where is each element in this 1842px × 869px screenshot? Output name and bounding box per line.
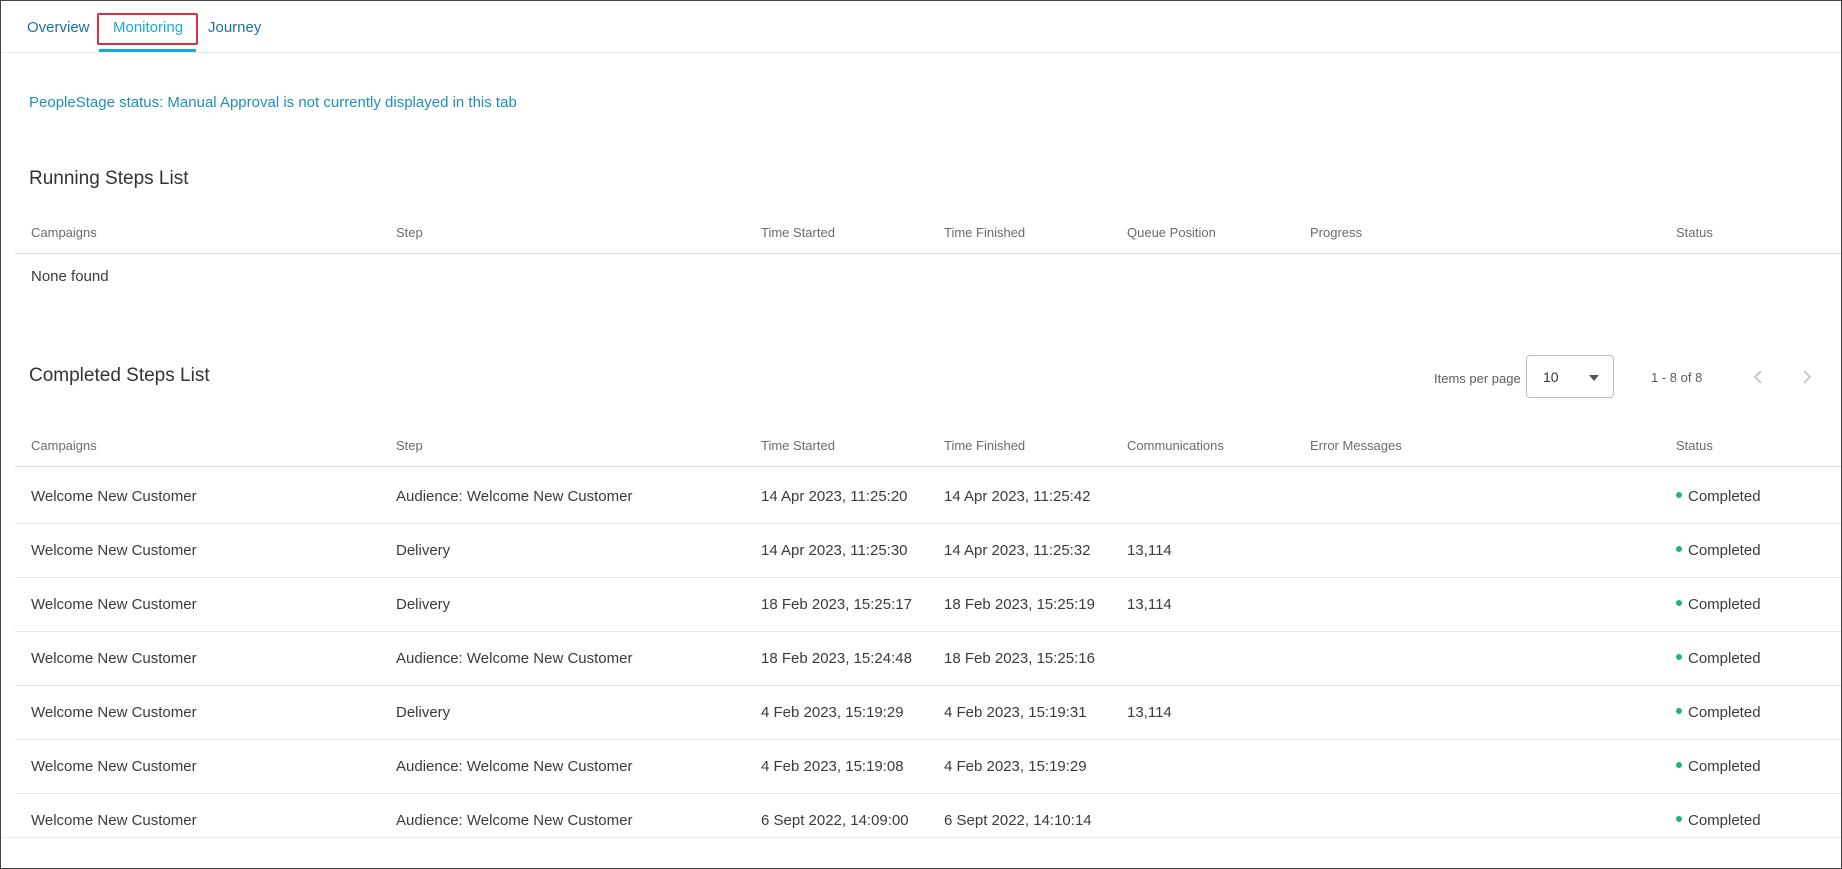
- col-campaigns[interactable]: Campaigns: [31, 438, 97, 453]
- col-queue-position[interactable]: Queue Position: [1127, 225, 1216, 240]
- cell-status: Completed: [1676, 488, 1761, 505]
- status-text: Completed: [1688, 596, 1761, 613]
- cell-campaign: Welcome New Customer: [31, 758, 197, 775]
- cell-time-started: 4 Feb 2023, 15:19:08: [761, 758, 904, 775]
- cell-status: Completed: [1676, 758, 1761, 775]
- caret-down-icon: [1589, 375, 1599, 381]
- col-time-started[interactable]: Time Started: [761, 225, 835, 240]
- cell-campaign: Welcome New Customer: [31, 704, 197, 721]
- cell-time-started: 18 Feb 2023, 15:24:48: [761, 650, 912, 667]
- col-status[interactable]: Status: [1676, 438, 1713, 453]
- cell-campaign: Welcome New Customer: [31, 542, 197, 559]
- tab-highlight-box: [97, 13, 198, 45]
- status-dot-icon: [1676, 492, 1682, 499]
- cell-step: Audience: Welcome New Customer: [396, 488, 633, 505]
- table-row[interactable]: Welcome New Customer Delivery 14 Apr 202…: [15, 524, 1841, 578]
- cell-time-finished: 14 Apr 2023, 11:25:42: [944, 488, 1091, 505]
- cell-communications: 13,114: [1127, 704, 1172, 721]
- status-dot-icon: [1676, 600, 1682, 607]
- completed-steps-title: Completed Steps List: [29, 365, 210, 386]
- completed-table-header: Campaigns Step Time Started Time Finishe…: [15, 423, 1841, 467]
- page-range: 1 - 8 of 8: [1651, 370, 1703, 385]
- running-table-header: Campaigns Step Time Started Time Finishe…: [15, 210, 1841, 254]
- status-text: Completed: [1688, 704, 1761, 721]
- cell-step: Delivery: [396, 596, 451, 613]
- cell-status: Completed: [1676, 596, 1761, 613]
- col-progress[interactable]: Progress: [1310, 225, 1362, 240]
- cell-step: Audience: Welcome New Customer: [396, 758, 633, 775]
- cell-step: Audience: Welcome New Customer: [396, 650, 633, 667]
- status-dot-icon: [1676, 762, 1682, 769]
- cell-time-started: 4 Feb 2023, 15:19:29: [761, 704, 904, 721]
- cell-time-finished: 4 Feb 2023, 15:19:31: [944, 704, 1087, 721]
- table-scroll-footer: [1, 837, 1841, 868]
- cell-time-finished: 14 Apr 2023, 11:25:32: [944, 542, 1091, 559]
- status-dot-icon: [1676, 708, 1682, 715]
- col-time-finished[interactable]: Time Finished: [944, 438, 1025, 453]
- table-row[interactable]: Welcome New Customer Audience: Welcome N…: [15, 632, 1841, 686]
- cell-time-finished: 18 Feb 2023, 15:25:19: [944, 596, 1095, 613]
- status-notice: PeopleStage status: Manual Approval is n…: [29, 94, 517, 111]
- cell-time-started: 6 Sept 2022, 14:09:00: [761, 812, 909, 829]
- items-per-page-value: 10: [1543, 369, 1559, 385]
- table-row[interactable]: Welcome New Customer Audience: Welcome N…: [15, 740, 1841, 794]
- cell-status: Completed: [1676, 704, 1761, 721]
- cell-campaign: Welcome New Customer: [31, 488, 197, 505]
- col-time-started[interactable]: Time Started: [761, 438, 835, 453]
- cell-time-started: 14 Apr 2023, 11:25:30: [761, 542, 908, 559]
- cell-step: Delivery: [396, 704, 451, 721]
- cell-step: Delivery: [396, 542, 451, 559]
- chevron-right-icon[interactable]: [1795, 365, 1819, 389]
- cell-time-finished: 18 Feb 2023, 15:25:16: [944, 650, 1095, 667]
- chevron-left-icon[interactable]: [1746, 365, 1770, 389]
- col-campaigns[interactable]: Campaigns: [31, 225, 97, 240]
- tab-bar: Overview Monitoring Journey: [1, 1, 1841, 53]
- cell-status: Completed: [1676, 812, 1761, 829]
- status-text: Completed: [1688, 488, 1761, 505]
- col-step[interactable]: Step: [396, 225, 423, 240]
- items-per-page-select[interactable]: 10: [1526, 355, 1614, 398]
- table-row[interactable]: Welcome New Customer Audience: Welcome N…: [15, 470, 1841, 524]
- tab-journey[interactable]: Journey: [208, 19, 261, 36]
- col-status[interactable]: Status: [1676, 225, 1713, 240]
- status-dot-icon: [1676, 546, 1682, 553]
- cell-communications: 13,114: [1127, 542, 1172, 559]
- running-steps-title: Running Steps List: [29, 168, 189, 189]
- cell-time-started: 18 Feb 2023, 15:25:17: [761, 596, 912, 613]
- monitoring-page: Overview Monitoring Journey PeopleStage …: [0, 0, 1842, 869]
- col-error-messages[interactable]: Error Messages: [1310, 438, 1402, 453]
- col-step[interactable]: Step: [396, 438, 423, 453]
- cell-communications: 13,114: [1127, 596, 1172, 613]
- status-dot-icon: [1676, 816, 1682, 823]
- cell-status: Completed: [1676, 650, 1761, 667]
- status-dot-icon: [1676, 654, 1682, 661]
- cell-status: Completed: [1676, 542, 1761, 559]
- col-time-finished[interactable]: Time Finished: [944, 225, 1025, 240]
- cell-campaign: Welcome New Customer: [31, 596, 197, 613]
- empty-state: None found: [31, 268, 109, 285]
- cell-campaign: Welcome New Customer: [31, 650, 197, 667]
- status-text: Completed: [1688, 650, 1761, 667]
- items-per-page-label: Items per page: [1434, 371, 1521, 386]
- cell-time-started: 14 Apr 2023, 11:25:20: [761, 488, 908, 505]
- cell-time-finished: 4 Feb 2023, 15:19:29: [944, 758, 1087, 775]
- cell-step: Audience: Welcome New Customer: [396, 812, 633, 829]
- cell-campaign: Welcome New Customer: [31, 812, 197, 829]
- table-row[interactable]: Welcome New Customer Delivery 4 Feb 2023…: [15, 686, 1841, 740]
- table-row[interactable]: Welcome New Customer Delivery 18 Feb 202…: [15, 578, 1841, 632]
- status-text: Completed: [1688, 812, 1761, 829]
- cell-time-finished: 6 Sept 2022, 14:10:14: [944, 812, 1092, 829]
- status-text: Completed: [1688, 542, 1761, 559]
- tab-overview[interactable]: Overview: [27, 19, 90, 36]
- status-text: Completed: [1688, 758, 1761, 775]
- col-communications[interactable]: Communications: [1127, 438, 1224, 453]
- active-tab-indicator: [99, 49, 196, 52]
